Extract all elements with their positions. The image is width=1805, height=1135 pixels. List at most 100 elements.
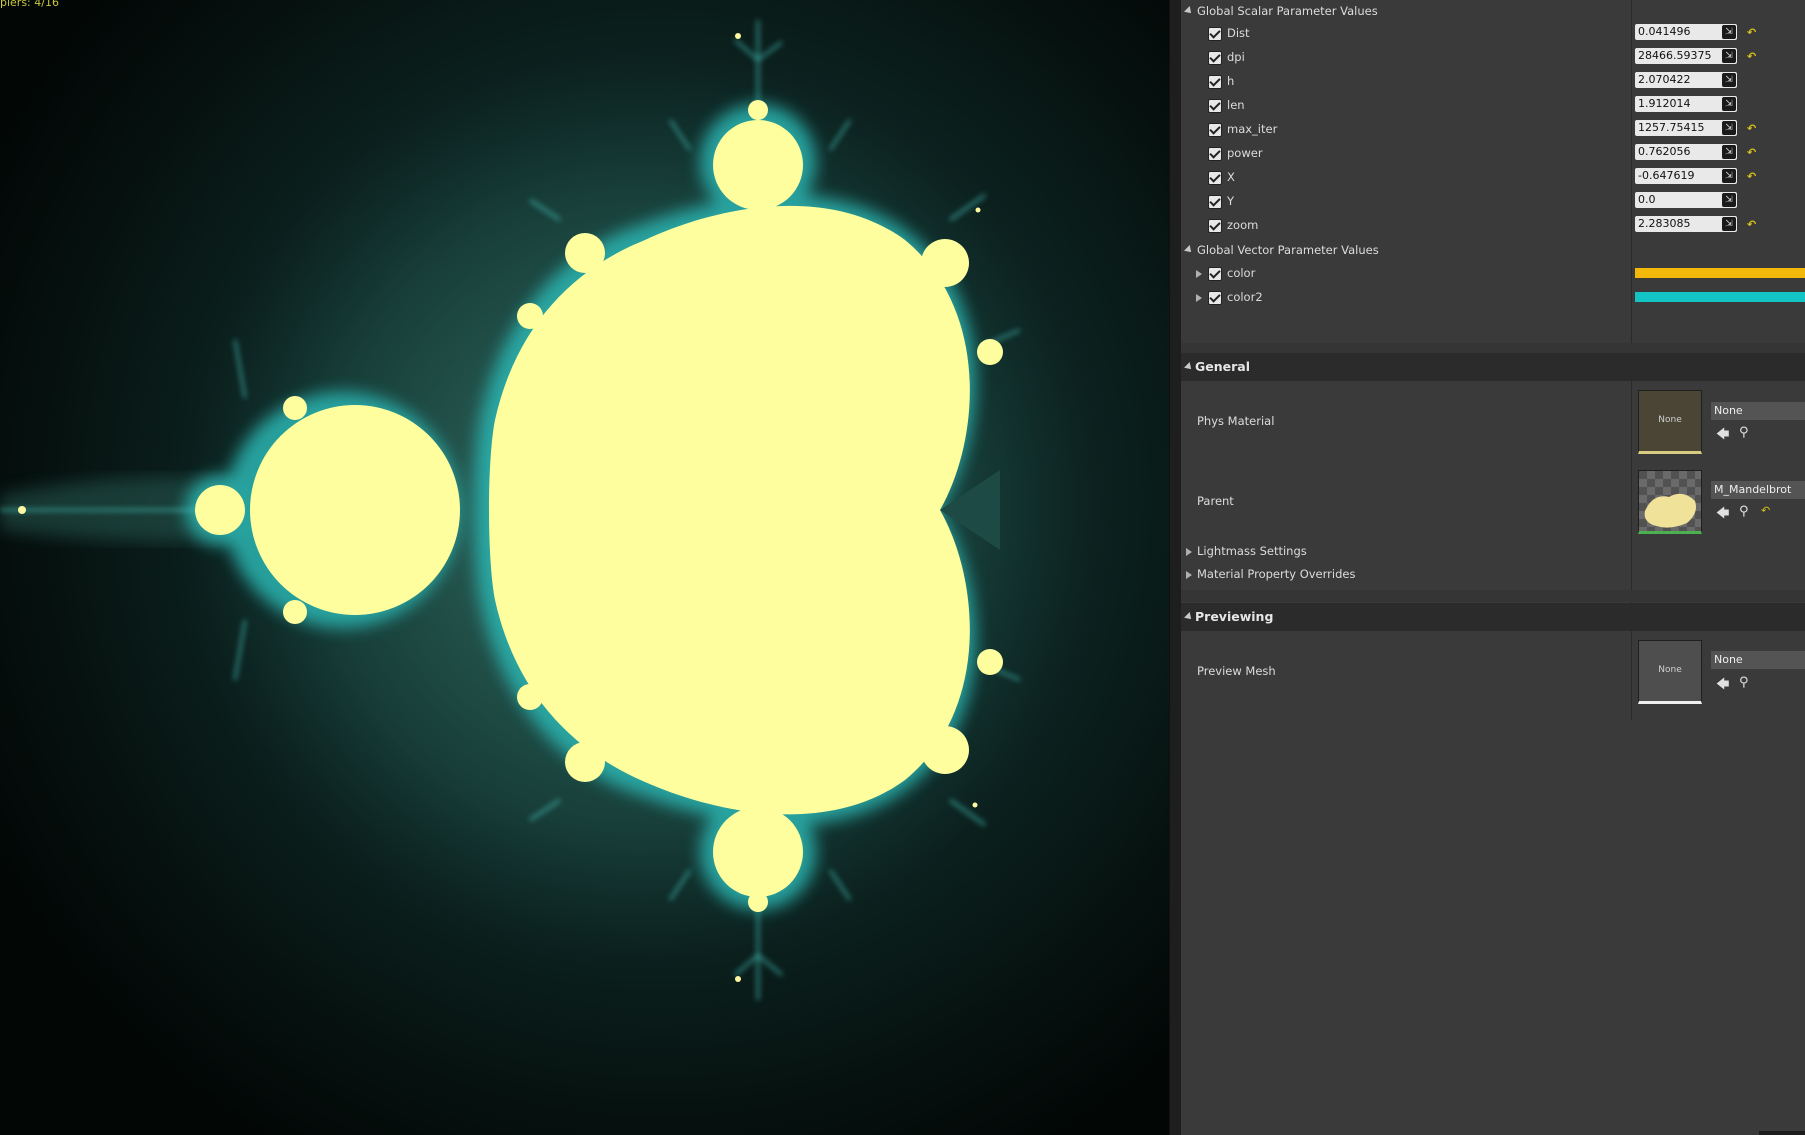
material-property-overrides-label: Material Property Overrides: [1197, 567, 1356, 581]
resize-grip[interactable]: [1759, 1131, 1805, 1135]
parent-thumbnail[interactable]: [1638, 470, 1702, 534]
param-value-input[interactable]: 28466.59375 ⇲: [1635, 48, 1737, 64]
phys-material-thumbnail[interactable]: None: [1638, 390, 1702, 454]
param-name: max_iter: [1227, 122, 1278, 136]
phys-material-asset-combo[interactable]: None: [1711, 402, 1805, 420]
param-enabled-checkbox[interactable]: [1208, 99, 1222, 113]
arrow-left-icon[interactable]: 🡄: [1716, 504, 1729, 526]
drag-spinner-icon[interactable]: ⇲: [1722, 145, 1736, 159]
scalar-param-row: len 1.912014 ⇲: [1181, 94, 1805, 118]
search-icon[interactable]: ⚲: [1739, 425, 1749, 440]
param-enabled-checkbox[interactable]: [1208, 51, 1222, 65]
expand-arrow-icon[interactable]: [1186, 571, 1192, 579]
reset-arrow-icon[interactable]: ↶: [1747, 50, 1756, 63]
scalar-param-row: h 2.070422 ⇲: [1181, 70, 1805, 94]
search-icon[interactable]: ⚲: [1739, 675, 1749, 690]
param-value-text: 0.762056: [1638, 145, 1691, 158]
param-enabled-checkbox[interactable]: [1208, 147, 1222, 161]
param-enabled-checkbox[interactable]: [1208, 195, 1222, 209]
scalar-param-row: X -0.647619 ⇲ ↶: [1181, 166, 1805, 190]
collapse-arrow-icon[interactable]: [1184, 362, 1194, 372]
param-value-input[interactable]: -0.647619 ⇲: [1635, 168, 1737, 184]
param-enabled-checkbox[interactable]: [1208, 267, 1222, 281]
preview-mesh-asset-combo[interactable]: None: [1711, 651, 1805, 669]
section-gap: [1181, 343, 1805, 353]
param-value-input[interactable]: 1257.75415 ⇲: [1635, 120, 1737, 136]
color-swatch[interactable]: [1635, 268, 1805, 278]
thumb-none-text: None: [1658, 415, 1682, 425]
reset-arrow-icon[interactable]: ↶: [1747, 122, 1756, 135]
drag-spinner-icon[interactable]: ⇲: [1722, 193, 1736, 207]
param-value-input[interactable]: 1.912014 ⇲: [1635, 96, 1737, 112]
expand-arrow-icon[interactable]: [1186, 548, 1192, 556]
scalar-param-row: power 0.762056 ⇲ ↶: [1181, 142, 1805, 166]
drag-spinner-icon[interactable]: ⇲: [1722, 73, 1736, 87]
param-value-input[interactable]: 0.762056 ⇲: [1635, 144, 1737, 160]
vector-param-row: color: [1181, 262, 1805, 286]
param-value-input[interactable]: 2.070422 ⇲: [1635, 72, 1737, 88]
param-value-text: 1257.75415: [1638, 121, 1705, 134]
param-name: Dist: [1227, 26, 1250, 40]
drag-spinner-icon[interactable]: ⇲: [1722, 97, 1736, 111]
phys-material-label: Phys Material: [1197, 414, 1275, 428]
scalar-group-label: Global Scalar Parameter Values: [1197, 4, 1378, 18]
param-name: X: [1227, 170, 1235, 184]
collapse-arrow-icon[interactable]: [1184, 245, 1194, 255]
scalar-param-row: zoom 2.283085 ⇲ ↶: [1181, 214, 1805, 238]
param-value-text: 0.0: [1638, 193, 1656, 206]
arrow-left-icon[interactable]: 🡄: [1716, 675, 1729, 697]
scalar-param-row: Y 0.0 ⇲: [1181, 190, 1805, 214]
param-value-input[interactable]: 0.041496 ⇲: [1635, 24, 1737, 40]
material-property-overrides-row[interactable]: Material Property Overrides: [1181, 563, 1805, 587]
drag-spinner-icon[interactable]: ⇲: [1722, 169, 1736, 183]
param-value-text: 2.070422: [1638, 73, 1691, 86]
param-name: Y: [1227, 194, 1235, 208]
previewing-section-header[interactable]: Previewing: [1181, 603, 1805, 631]
collapse-arrow-icon[interactable]: [1184, 612, 1194, 622]
param-enabled-checkbox[interactable]: [1208, 219, 1222, 233]
viewport[interactable]: piers: 4/16: [0, 0, 1169, 1135]
lightmass-settings-label: Lightmass Settings: [1197, 544, 1307, 558]
collapse-arrow-icon[interactable]: [1184, 6, 1194, 16]
param-enabled-checkbox[interactable]: [1208, 171, 1222, 185]
param-value-input[interactable]: 2.283085 ⇲: [1635, 216, 1737, 232]
param-name: h: [1227, 74, 1235, 88]
drag-spinner-icon[interactable]: ⇲: [1722, 25, 1736, 39]
scalar-param-row: Dist 0.041496 ⇲ ↶: [1181, 22, 1805, 46]
reset-arrow-icon[interactable]: ↶: [1747, 170, 1756, 183]
param-enabled-checkbox[interactable]: [1208, 123, 1222, 137]
scalar-group-header[interactable]: Global Scalar Parameter Values: [1181, 0, 1805, 24]
parent-asset-combo[interactable]: M_Mandelbrot: [1711, 481, 1805, 499]
reset-arrow-icon[interactable]: ↶: [1747, 146, 1756, 159]
param-name: power: [1227, 146, 1263, 160]
previewing-section-title: Previewing: [1195, 609, 1274, 624]
preview-mesh-label: Preview Mesh: [1197, 664, 1276, 678]
param-enabled-checkbox[interactable]: [1208, 75, 1222, 89]
reset-arrow-icon[interactable]: ↶: [1747, 26, 1756, 39]
reset-arrow-icon[interactable]: ↶: [1761, 504, 1770, 517]
param-value-text: 28466.59375: [1638, 49, 1712, 62]
param-value-text: 0.041496: [1638, 25, 1691, 38]
param-enabled-checkbox[interactable]: [1208, 291, 1222, 305]
drag-spinner-icon[interactable]: ⇲: [1722, 49, 1736, 63]
reset-arrow-icon[interactable]: ↶: [1747, 218, 1756, 231]
drag-spinner-icon[interactable]: ⇲: [1722, 121, 1736, 135]
drag-spinner-icon[interactable]: ⇲: [1722, 217, 1736, 231]
param-value-text: 2.283085: [1638, 217, 1691, 230]
search-icon[interactable]: ⚲: [1739, 504, 1749, 519]
preview-mesh-thumbnail[interactable]: None: [1638, 640, 1702, 704]
vector-group-label: Global Vector Parameter Values: [1197, 243, 1379, 257]
arrow-left-icon[interactable]: 🡄: [1716, 425, 1729, 447]
param-name: dpi: [1227, 50, 1245, 64]
panel-splitter[interactable]: [1169, 0, 1181, 1135]
general-section-header[interactable]: General: [1181, 353, 1805, 381]
expand-arrow-icon[interactable]: [1196, 270, 1202, 278]
color-swatch[interactable]: [1635, 292, 1805, 302]
lightmass-settings-row[interactable]: Lightmass Settings: [1181, 540, 1805, 564]
vector-group-header[interactable]: Global Vector Parameter Values: [1181, 239, 1805, 263]
expand-arrow-icon[interactable]: [1196, 294, 1202, 302]
param-value-input[interactable]: 0.0 ⇲: [1635, 192, 1737, 208]
stats-overlay: piers: 4/16: [0, 0, 59, 9]
param-enabled-checkbox[interactable]: [1208, 27, 1222, 41]
general-section-title: General: [1195, 359, 1250, 374]
